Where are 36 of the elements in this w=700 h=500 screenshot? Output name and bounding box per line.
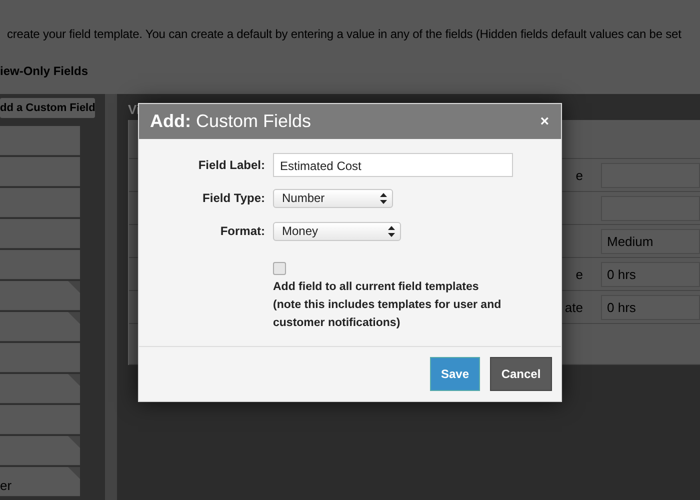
field-label: Field Label: <box>197 158 265 172</box>
sidebar-item[interactable] <box>0 126 80 156</box>
field-label: Field Type: <box>202 191 265 205</box>
sidebar-item[interactable] <box>0 250 80 280</box>
dialog-title: Add: Custom Fields <box>150 111 312 132</box>
add-custom-field-button[interactable]: dd a Custom Field <box>0 98 95 118</box>
checkbox-note: (note this includes templates for user and customer notifications) <box>273 298 502 331</box>
sidebar-item[interactable] <box>0 281 80 311</box>
sidebar-item[interactable] <box>0 312 80 342</box>
dropdown[interactable]: Number <box>273 188 393 208</box>
sidebar-item[interactable] <box>0 436 80 466</box>
field-label: Format: <box>219 224 265 238</box>
field-label: e <box>576 266 583 282</box>
sidebar-item[interactable] <box>0 343 80 373</box>
checkbox-label: Add field to all current field templates <box>273 280 479 295</box>
sidebar-item[interactable] <box>0 219 80 249</box>
sidebar-item[interactable] <box>0 405 80 435</box>
save-button[interactable]: Save <box>430 357 480 391</box>
checkbox[interactable] <box>273 262 286 275</box>
input-field[interactable]: 0 hrs <box>601 294 700 320</box>
cancel-button[interactable]: Cancel <box>490 357 552 391</box>
sidebar-item[interactable] <box>0 188 80 218</box>
updown-arrows-icon <box>388 226 395 236</box>
intro-text: create your field template. You can create a default by entering a value in any of the fields (Hidden fields default values can be set <box>6 26 682 41</box>
dropdown[interactable]: Money <box>273 222 401 240</box>
field-label: ate <box>564 300 583 314</box>
close-button[interactable]: × <box>538 114 551 129</box>
input-field[interactable]: Medium <box>601 228 700 254</box>
sidebar-item[interactable] <box>0 157 80 187</box>
sidebar-item[interactable]: er <box>0 467 80 497</box>
field-label: e <box>576 168 583 182</box>
text-field[interactable]: Estimated Cost <box>273 153 513 177</box>
section-title: iew-Only Fields <box>0 64 90 78</box>
sidebar-item[interactable] <box>0 374 80 404</box>
input-field[interactable]: 0 hrs <box>601 262 700 286</box>
updown-arrows-icon <box>380 192 387 204</box>
